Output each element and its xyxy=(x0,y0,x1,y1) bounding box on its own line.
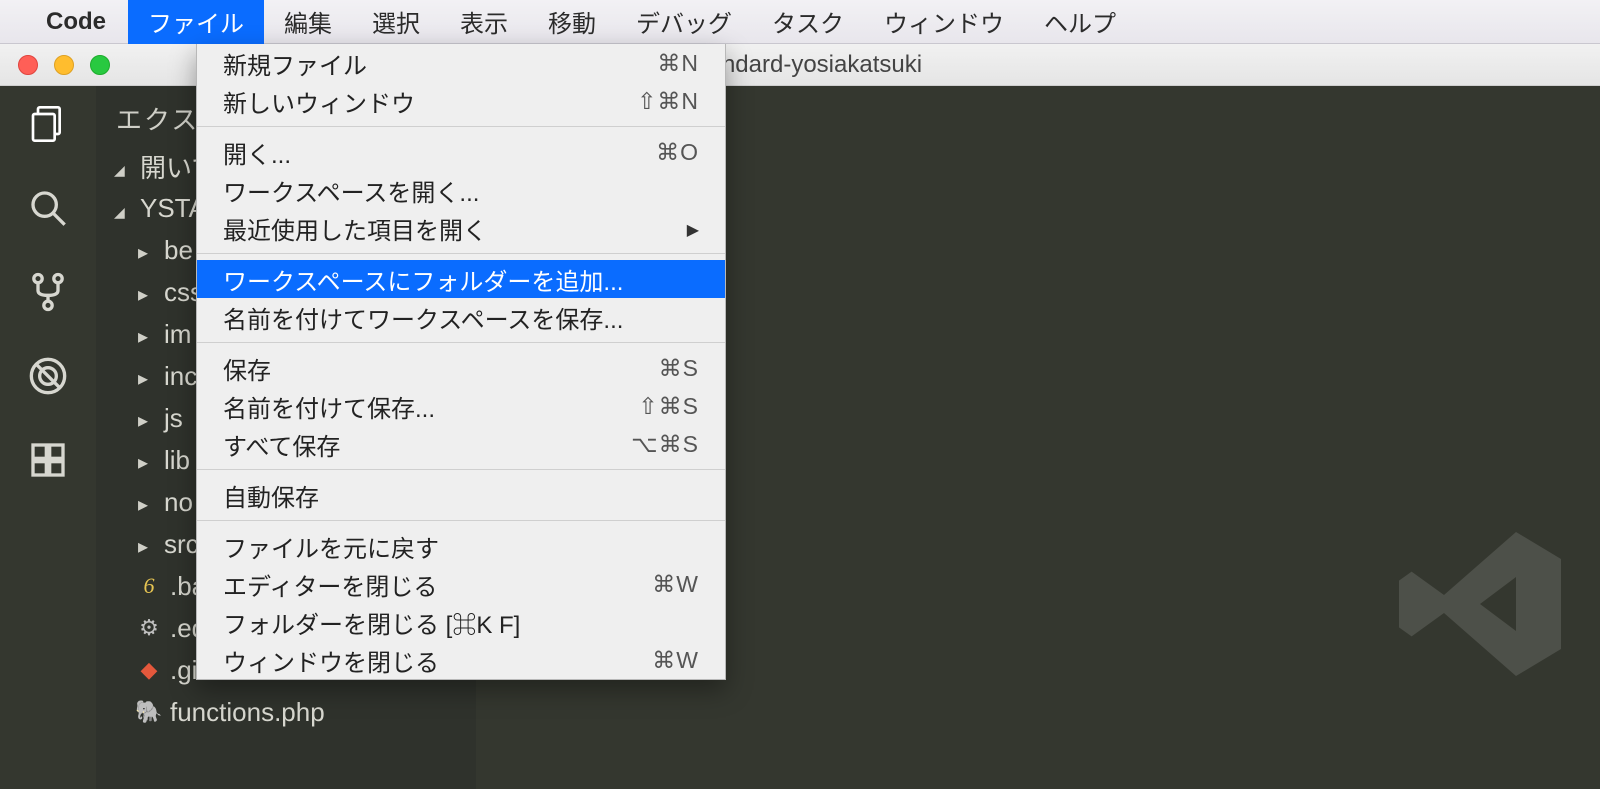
file-label: functions.php xyxy=(170,697,325,728)
chevron-down-icon xyxy=(114,193,130,224)
menu-save-workspace-as[interactable]: 名前を付けてワークスペースを保存... xyxy=(197,298,725,336)
menu-label: エディターを閉じる xyxy=(223,567,437,602)
folder-label: js xyxy=(164,403,183,434)
shortcut-label: ⌥⌘S xyxy=(631,431,699,458)
chevron-right-icon xyxy=(138,235,154,266)
menu-auto-save[interactable]: 自動保存 xyxy=(197,476,725,514)
menu-close-folder[interactable]: フォルダーを閉じる [⌘K F] xyxy=(197,603,725,641)
menu-label: 自動保存 xyxy=(223,478,319,513)
menu-view[interactable]: 表示 xyxy=(440,0,528,45)
menu-separator xyxy=(197,520,725,521)
menu-label: 開く... xyxy=(223,135,291,170)
shortcut-label: ⌘N xyxy=(657,50,699,77)
menu-help[interactable]: ヘルプ xyxy=(1024,0,1136,45)
chevron-right-icon xyxy=(138,277,154,308)
menu-save[interactable]: 保存 ⌘S xyxy=(197,349,725,387)
chevron-right-icon xyxy=(138,445,154,476)
menu-window[interactable]: ウィンドウ xyxy=(864,0,1024,45)
menu-open-workspace[interactable]: ワークスペースを開く... xyxy=(197,171,725,209)
menu-debug[interactable]: デバッグ xyxy=(616,0,752,45)
menu-label: 新規ファイル xyxy=(223,46,367,81)
gear-icon: ⚙ xyxy=(138,615,160,641)
menu-label: 保存 xyxy=(223,351,271,386)
babel-icon: 6 xyxy=(138,573,160,599)
folder-label: lib xyxy=(164,445,190,476)
shortcut-label: ⌘O xyxy=(656,139,699,166)
minimize-window-button[interactable] xyxy=(54,55,74,75)
submenu-arrow-icon xyxy=(687,214,699,242)
menu-new-file[interactable]: 新規ファイル ⌘N xyxy=(197,44,725,82)
traffic-lights xyxy=(0,55,110,75)
folder-label: inc xyxy=(164,361,197,392)
menu-revert-file[interactable]: ファイルを元に戻す xyxy=(197,527,725,565)
source-control-icon[interactable] xyxy=(26,270,70,314)
debug-icon[interactable] xyxy=(26,354,70,398)
menu-save-all[interactable]: すべて保存 ⌥⌘S xyxy=(197,425,725,463)
menu-select[interactable]: 選択 xyxy=(352,0,440,45)
menu-close-window[interactable]: ウィンドウを閉じる ⌘W xyxy=(197,641,725,679)
menu-label: 名前を付けて保存... xyxy=(223,389,435,424)
menu-file[interactable]: ファイル xyxy=(128,0,264,45)
folder-label: im xyxy=(164,319,191,350)
menu-save-as[interactable]: 名前を付けて保存... ⇧⌘S xyxy=(197,387,725,425)
menu-label: ワークスペースを開く... xyxy=(223,173,479,208)
shortcut-label: ⌘W xyxy=(652,647,699,674)
explorer-icon[interactable] xyxy=(26,102,70,146)
chevron-right-icon xyxy=(138,529,154,560)
macos-menubar: Code ファイル 編集 選択 表示 移動 デバッグ タスク ウィンドウ ヘルプ xyxy=(0,0,1600,44)
menu-label: 最近使用した項目を開く xyxy=(223,211,487,246)
menu-label: 名前を付けてワークスペースを保存... xyxy=(223,300,623,335)
menu-label: ウィンドウを閉じる xyxy=(223,643,439,678)
zoom-window-button[interactable] xyxy=(90,55,110,75)
menu-label: ワークスペースにフォルダーを追加... xyxy=(223,262,623,297)
menu-separator xyxy=(197,469,725,470)
menu-add-folder-to-workspace[interactable]: ワークスペースにフォルダーを追加... xyxy=(197,260,725,298)
file-row[interactable]: 🐘 functions.php xyxy=(104,691,476,733)
extensions-icon[interactable] xyxy=(26,438,70,482)
chevron-right-icon xyxy=(138,403,154,434)
php-icon: 🐘 xyxy=(138,699,160,725)
app-name[interactable]: Code xyxy=(46,8,106,36)
chevron-right-icon xyxy=(138,361,154,392)
close-window-button[interactable] xyxy=(18,55,38,75)
git-icon: ◆ xyxy=(138,657,160,683)
chevron-right-icon xyxy=(138,487,154,518)
menu-close-editor[interactable]: エディターを閉じる ⌘W xyxy=(197,565,725,603)
folder-label: src xyxy=(164,529,199,560)
chevron-down-icon xyxy=(114,151,130,182)
chevron-right-icon xyxy=(138,319,154,350)
search-icon[interactable] xyxy=(26,186,70,230)
shortcut-label: ⇧⌘S xyxy=(638,393,699,420)
menu-edit[interactable]: 編集 xyxy=(264,0,352,45)
menu-separator xyxy=(197,342,725,343)
menu-new-window[interactable]: 新しいウィンドウ ⇧⌘N xyxy=(197,82,725,120)
menu-go[interactable]: 移動 xyxy=(528,0,616,45)
menu-label: すべて保存 xyxy=(223,427,340,462)
vscode-watermark-icon xyxy=(1390,514,1570,699)
shortcut-label: ⇧⌘N xyxy=(637,88,699,115)
file-menu-dropdown: 新規ファイル ⌘N 新しいウィンドウ ⇧⌘N 開く... ⌘O ワークスペースを開く.… xyxy=(196,44,726,680)
menu-task[interactable]: タスク xyxy=(752,0,864,45)
menu-open[interactable]: 開く... ⌘O xyxy=(197,133,725,171)
menu-open-recent[interactable]: 最近使用した項目を開く xyxy=(197,209,725,247)
menu-separator xyxy=(197,253,725,254)
menu-label: フォルダーを閉じる [⌘K F] xyxy=(223,605,520,640)
shortcut-label: ⌘W xyxy=(652,571,699,598)
menu-separator xyxy=(197,126,725,127)
activity-bar xyxy=(0,86,96,789)
menu-label: 新しいウィンドウ xyxy=(223,84,415,119)
shortcut-label: ⌘S xyxy=(659,355,699,382)
folder-label: be xyxy=(164,235,193,266)
file-label: .gi xyxy=(170,655,197,686)
folder-label: no xyxy=(164,487,193,518)
menu-label: ファイルを元に戻す xyxy=(223,529,439,564)
